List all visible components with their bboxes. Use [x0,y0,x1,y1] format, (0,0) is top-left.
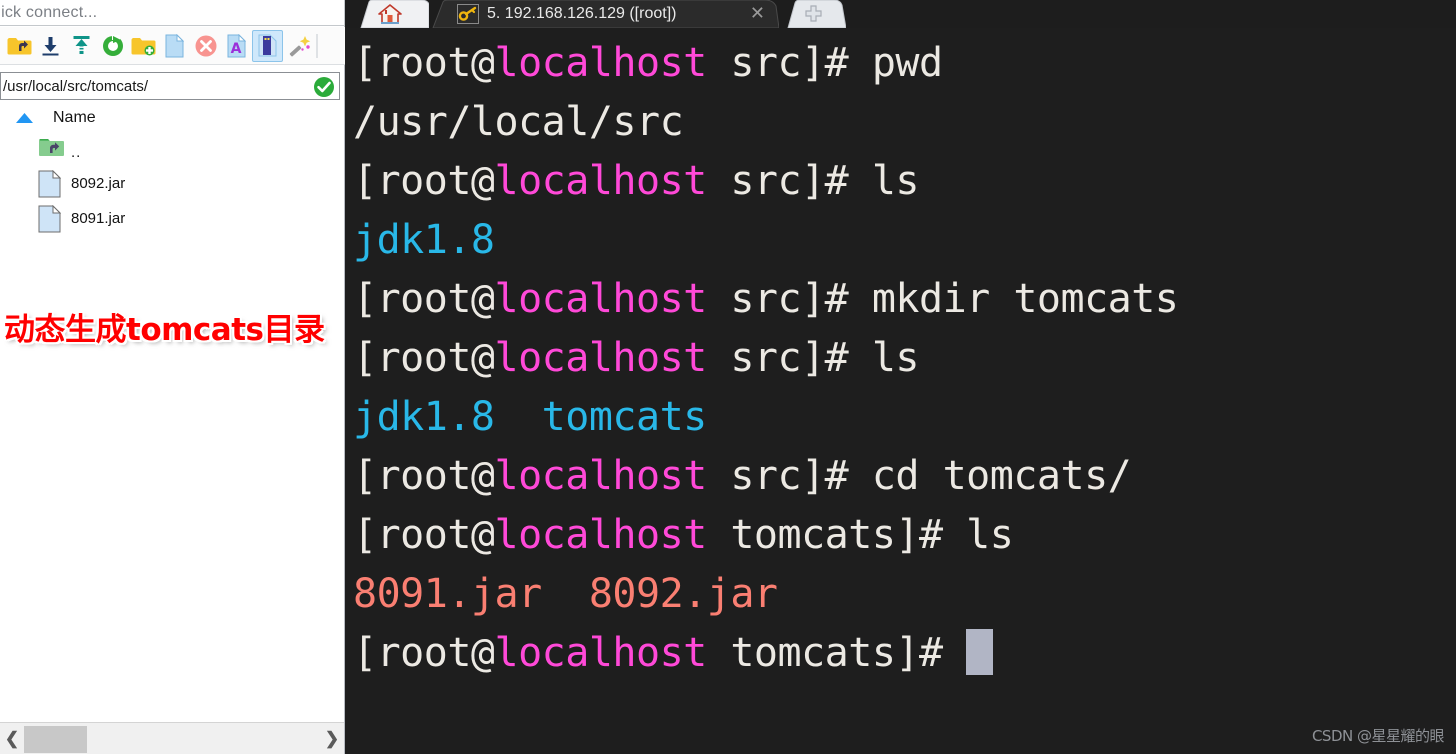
parent-folder-icon [38,135,65,163]
list-item[interactable]: .. [0,131,344,166]
terminal-cursor [966,629,994,675]
annotation-label: 动态生成tomcats目录 [4,312,325,348]
scrollbar-thumb[interactable] [24,725,87,753]
magic-wand-icon[interactable] [283,30,314,62]
terminal-panel: 5. 192.168.126.129 ([root]) ✕ [root@loca… [345,0,1456,754]
terminal-output[interactable]: [root@localhost src]# pwd/usr/local/src[… [345,28,1456,754]
parent-folder-icon[interactable] [4,30,35,62]
terminal-text: [root@ [353,158,495,204]
list-item[interactable]: 8091.jar [0,201,344,236]
chevron-right-icon[interactable]: ❯ [320,724,344,754]
terminal-text: src]# mkdir tomcats [706,276,1179,322]
terminal-line: [root@localhost src]# mkdir tomcats [353,270,1456,329]
new-folder-icon[interactable] [128,30,159,62]
quick-connect-bar[interactable]: uick connect... [0,0,345,26]
scrollbar-track[interactable] [24,723,320,754]
download-icon[interactable] [35,30,66,62]
terminal-text: localhost [494,453,708,499]
terminal-line: /usr/local/src [353,93,1456,152]
terminal-line: [root@localhost tomcats]# [353,624,1456,683]
terminal-text: localhost [494,276,708,322]
terminal-text: /usr/local/src [353,99,684,145]
new-tab-button[interactable] [782,0,846,28]
terminal-text: [root@ [353,335,495,381]
list-item[interactable]: 8092.jar [0,166,344,201]
terminal-line: jdk1.8 tomcats [353,388,1456,447]
plus-icon [804,4,823,24]
terminal-text: src]# ls [706,335,919,381]
new-file-icon[interactable] [159,30,190,62]
home-icon [377,3,403,25]
rename-icon[interactable]: A [221,30,252,62]
tab-home[interactable] [353,0,429,28]
terminal-line: 8091.jar 8092.jar [353,565,1456,624]
terminal-text: localhost [494,158,708,204]
terminal-lines: [root@localhost src]# pwd/usr/local/src[… [353,34,1456,683]
terminal-text: [root@ [353,630,495,676]
column-header-name[interactable]: Name [53,109,96,127]
sort-ascending-icon[interactable] [12,113,36,123]
file-toolbar: A [0,27,345,65]
close-icon[interactable]: ✕ [750,4,765,22]
svg-text:A: A [231,41,242,57]
terminal-text: [root@ [353,453,495,499]
file-icon [38,169,65,198]
properties-icon[interactable] [252,29,283,62]
quick-connect-label: uick connect... [0,3,98,21]
terminal-text: jdk1.8 [353,217,495,263]
file-list-header: Name [0,105,345,131]
file-name: .. [71,144,82,161]
terminal-text: [root@ [353,276,495,322]
path-value: /usr/local/src/tomcats/ [3,77,149,95]
terminal-text: localhost [494,630,708,676]
file-icon [38,204,65,233]
terminal-text: localhost [494,40,708,86]
check-circle-icon[interactable] [313,76,335,98]
tab-session[interactable]: 5. 192.168.126.129 ([root]) ✕ [429,0,779,28]
terminal-text: tomcats]# ls [706,512,1014,558]
horizontal-scrollbar[interactable]: ❮ ❯ [0,722,344,754]
terminal-text: src]# ls [706,158,919,204]
terminal-text: [root@ [353,512,495,558]
chevron-left-icon[interactable]: ❮ [0,724,24,754]
terminal-text: 8091.jar 8092.jar [353,571,778,617]
terminal-line: jdk1.8 [353,211,1456,270]
toolbar-divider [316,33,318,58]
terminal-text: jdk1.8 tomcats [353,394,707,440]
terminal-line: [root@localhost src]# cd tomcats/ [353,447,1456,506]
refresh-icon[interactable] [97,30,128,62]
terminal-text: localhost [494,512,708,558]
file-name: 8091.jar [71,210,126,227]
terminal-line: [root@localhost src]# ls [353,329,1456,388]
file-list: .. 8092.jar 8091.jar [0,131,344,720]
terminal-text: [root@ [353,40,495,86]
terminal-text: localhost [494,335,708,381]
watermark-label: CSDN @星星耀的眼 [1311,727,1445,745]
key-icon [457,4,479,24]
tab-strip: 5. 192.168.126.129 ([root]) ✕ [345,0,1456,28]
path-input-bar[interactable]: /usr/local/src/tomcats/ [0,72,340,100]
terminal-line: [root@localhost src]# ls [353,152,1456,211]
delete-icon[interactable] [190,30,221,62]
file-name: 8092.jar [71,175,126,192]
tab-session-label: 5. 192.168.126.129 ([root]) [487,5,677,22]
file-browser-panel: uick connect... A /usr/local/src/tomcats… [0,0,345,754]
terminal-text: tomcats]# [706,630,967,676]
app-root: uick connect... A /usr/local/src/tomcats… [0,0,1456,754]
terminal-line: [root@localhost tomcats]# ls [353,506,1456,565]
upload-icon[interactable] [66,30,97,62]
terminal-line: [root@localhost src]# pwd [353,34,1456,93]
terminal-text: src]# pwd [706,40,943,86]
terminal-text: src]# cd tomcats/ [706,453,1132,499]
